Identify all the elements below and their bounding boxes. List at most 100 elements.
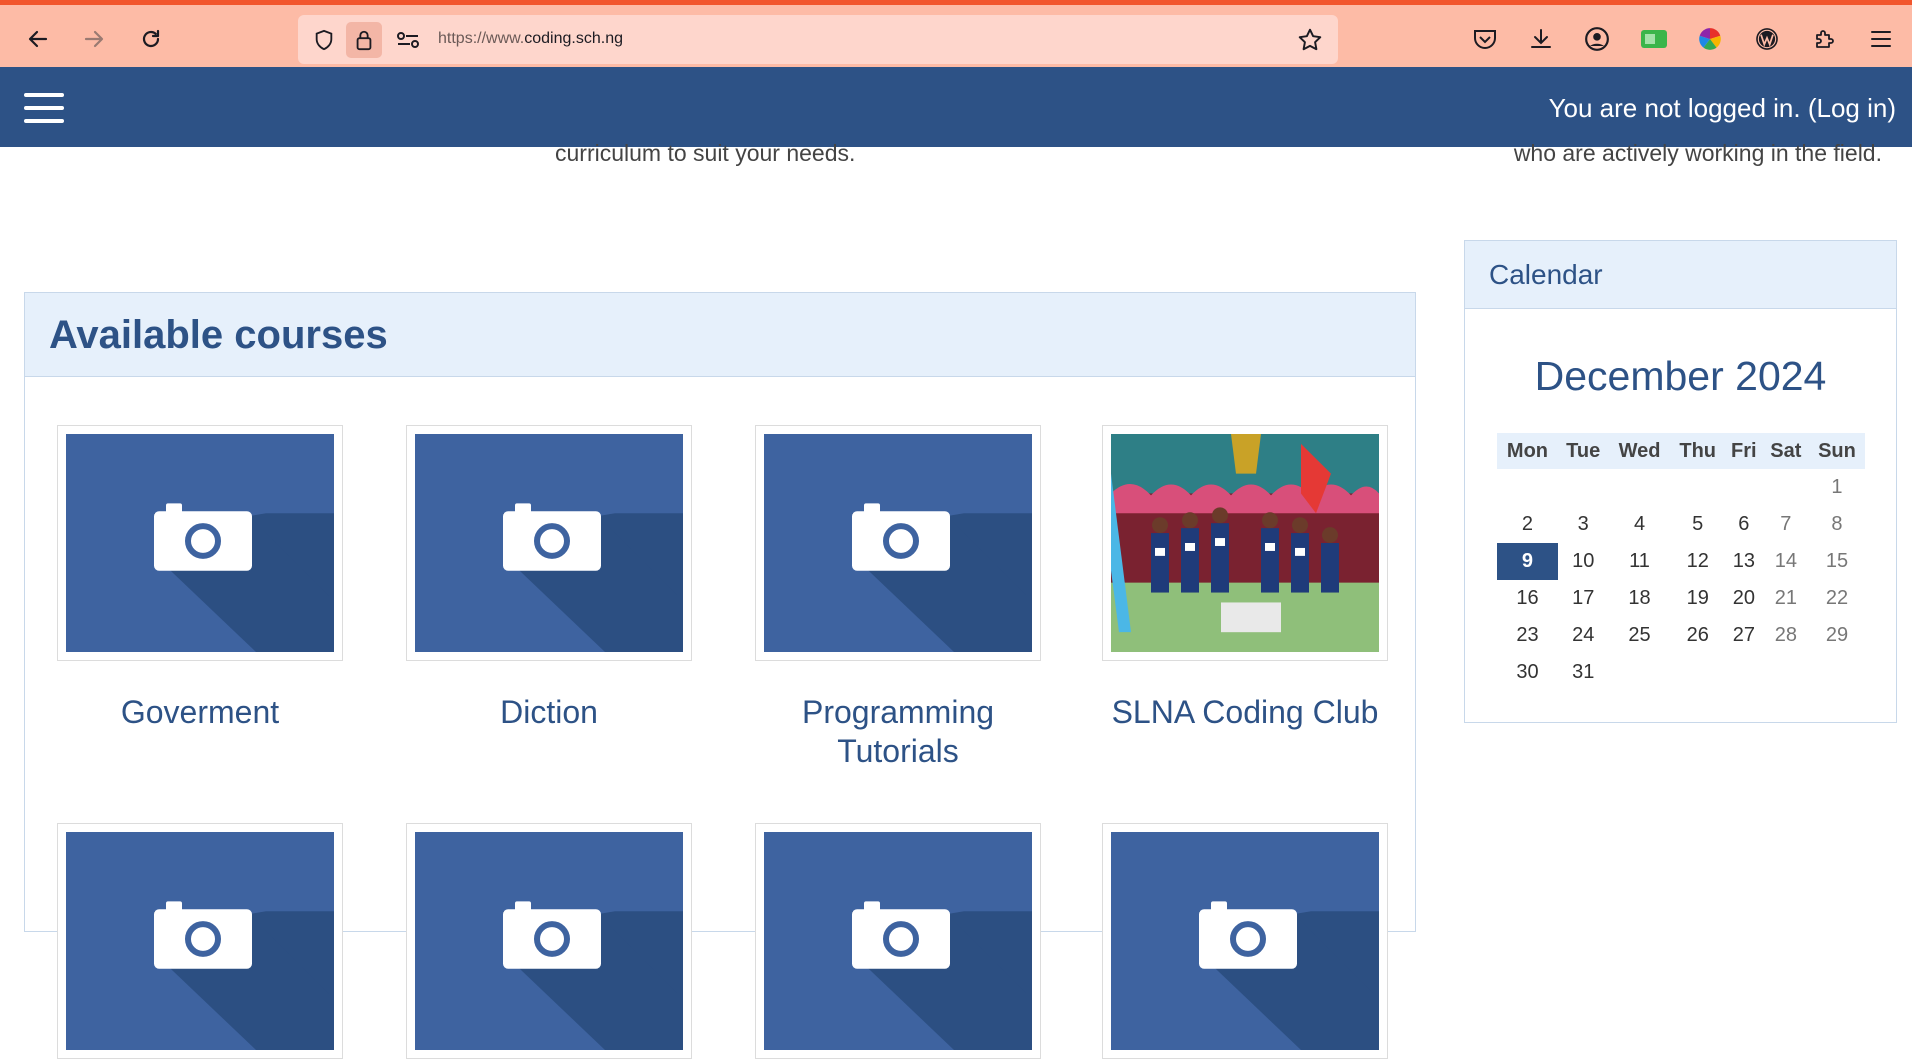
arrow-right-icon [84, 30, 104, 48]
course-name-link[interactable]: Programming Tutorials [755, 693, 1041, 771]
calendar-empty-cell [1809, 654, 1865, 691]
pocket-icon[interactable] [1468, 22, 1502, 56]
calendar-day[interactable]: 30 [1497, 654, 1558, 691]
calendar-day[interactable]: 18 [1608, 580, 1670, 617]
browser-toolbar: https://www.coding.sch.ng [0, 0, 1912, 67]
course-name-link[interactable]: Goverment [57, 693, 343, 732]
calendar-day[interactable]: 7 [1763, 506, 1809, 543]
calendar-week: 9 10 11 12 13 14 15 [1497, 543, 1865, 580]
calendar-empty-cell [1608, 469, 1670, 506]
courses-header: Available courses [25, 293, 1415, 377]
reload-button[interactable] [133, 21, 169, 57]
calendar-day[interactable]: 31 [1558, 654, 1609, 691]
camera-placeholder-icon [415, 434, 683, 652]
calendar-day[interactable]: 6 [1725, 506, 1763, 543]
calendar-day[interactable]: 25 [1608, 617, 1670, 654]
calendar-week: 2345678 [1497, 506, 1865, 543]
calendar-day[interactable]: 2 [1497, 506, 1558, 543]
calendar-day[interactable]: 14 [1763, 543, 1809, 580]
permissions-icon[interactable] [390, 22, 426, 58]
calendar-day[interactable]: 4 [1608, 506, 1670, 543]
login-link[interactable]: You are not logged in. (Log in) [1549, 93, 1896, 124]
calendar-day[interactable]: 29 [1809, 617, 1865, 654]
calendar-day[interactable]: 1 [1809, 469, 1865, 506]
back-button[interactable] [20, 21, 56, 57]
calendar-day[interactable]: 13 [1725, 543, 1763, 580]
course-card[interactable]: Goverment [57, 425, 343, 732]
extension-green-icon[interactable] [1637, 22, 1671, 56]
course-card[interactable] [755, 823, 1041, 1059]
reload-icon [142, 29, 160, 48]
calendar-title: Calendar [1465, 241, 1896, 309]
calendar-empty-cell [1725, 654, 1763, 691]
calendar-day[interactable]: 10 [1558, 543, 1609, 580]
site-navbar: You are not logged in. (Log in) [0, 67, 1912, 147]
account-icon[interactable] [1580, 22, 1614, 56]
calendar-day[interactable]: 28 [1763, 617, 1809, 654]
courses-title: Available courses [49, 313, 388, 357]
course-image[interactable] [1102, 425, 1388, 661]
calendar-day[interactable]: 23 [1497, 617, 1558, 654]
calendar-day[interactable]: 12 [1671, 543, 1725, 580]
course-image[interactable] [57, 823, 343, 1059]
calendar-day[interactable]: 27 [1725, 617, 1763, 654]
extensions-puzzle-icon[interactable] [1808, 22, 1842, 56]
shield-icon[interactable] [306, 22, 342, 58]
color-wheel-icon[interactable] [1693, 22, 1727, 56]
calendar-day[interactable]: 20 [1725, 580, 1763, 617]
calendar-empty-cell [1725, 469, 1763, 506]
calendar-empty-cell [1763, 469, 1809, 506]
course-image[interactable] [406, 425, 692, 661]
calendar-empty-cell [1497, 469, 1558, 506]
calendar-day[interactable]: 19 [1671, 580, 1725, 617]
calendar-table: Mon Tue Wed Thu Fri Sat Sun 1 2 3 4 5 6 7 8 9 10 11 12 13 1… [1497, 433, 1865, 691]
calendar-empty-cell [1671, 469, 1725, 506]
course-image[interactable] [755, 823, 1041, 1059]
forward-button[interactable] [76, 21, 112, 57]
course-card[interactable]: Programming Tutorials [755, 425, 1041, 771]
menu-icon[interactable] [1864, 22, 1898, 56]
camera-placeholder-icon [66, 434, 334, 652]
lock-icon[interactable] [346, 22, 382, 58]
calendar-week: 16 17 18 19 20 21 22 [1497, 580, 1865, 617]
course-card[interactable] [406, 823, 692, 1059]
calendar-day[interactable]: 26 [1671, 617, 1725, 654]
calendar-empty-cell [1608, 654, 1670, 691]
calendar-day[interactable]: 15 [1809, 543, 1865, 580]
weekday-header: Sat [1762, 433, 1809, 469]
download-icon[interactable] [1524, 22, 1558, 56]
course-card[interactable] [57, 823, 343, 1059]
calendar-day[interactable]: 5 [1671, 506, 1725, 543]
address-bar[interactable]: https://www.coding.sch.ng [298, 15, 1338, 64]
camera-placeholder-icon [66, 832, 334, 1050]
bookmark-star-icon[interactable] [1292, 22, 1328, 58]
course-name-link[interactable]: Diction [406, 693, 692, 732]
calendar-week: 1 [1497, 469, 1865, 506]
calendar-day[interactable]: 3 [1558, 506, 1609, 543]
calendar-day[interactable]: 17 [1558, 580, 1609, 617]
calendar-day[interactable]: 21 [1763, 580, 1809, 617]
calendar-day[interactable]: 22 [1809, 580, 1865, 617]
calendar-day[interactable]: 24 [1558, 617, 1609, 654]
course-card[interactable] [1102, 823, 1388, 1059]
calendar-empty-cell [1671, 654, 1725, 691]
weekday-header: Thu [1670, 433, 1725, 469]
course-name-link[interactable]: SLNA Coding Club [1102, 693, 1388, 732]
calendar-day[interactable]: 9 [1497, 543, 1558, 580]
course-image[interactable] [406, 823, 692, 1059]
course-card[interactable]: Diction [406, 425, 692, 732]
calendar-day[interactable]: 11 [1608, 543, 1670, 580]
calendar-week: 23 24 25 26 27 28 29 [1497, 617, 1865, 654]
course-card[interactable]: SLNA Coding Club [1102, 425, 1388, 732]
intro-text-right: who are actively working in the field. [1513, 140, 1882, 166]
course-image[interactable] [57, 425, 343, 661]
url-text[interactable]: https://www.coding.sch.ng [438, 30, 623, 48]
calendar-weekdays: Mon Tue Wed Thu Fri Sat Sun [1497, 433, 1865, 469]
calendar-day[interactable]: 16 [1497, 580, 1558, 617]
course-image[interactable] [755, 425, 1041, 661]
calendar-day[interactable]: 8 [1809, 506, 1865, 543]
hamburger-menu-icon[interactable] [24, 93, 64, 123]
wordpress-icon[interactable] [1750, 22, 1784, 56]
calendar-empty-cell [1558, 469, 1609, 506]
course-image[interactable] [1102, 823, 1388, 1059]
